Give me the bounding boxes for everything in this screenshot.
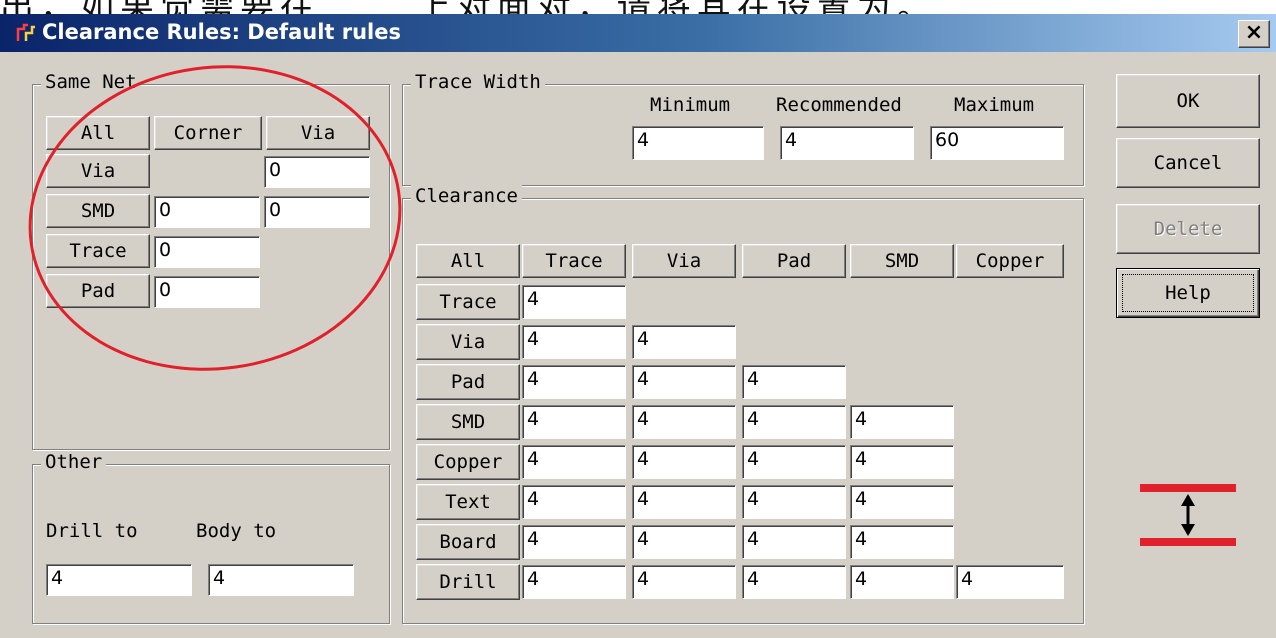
clearance-field-trace-trace[interactable]: 4 [522,285,626,319]
clearance-header-trace[interactable]: Trace [522,244,626,278]
same-net-header-all[interactable]: All [46,116,150,150]
clearance-field-smd-via[interactable]: 4 [632,405,736,439]
clearance-field-text-smd[interactable]: 4 [850,485,954,519]
recommended-label: Recommended [776,94,902,116]
clearance-field-copper-via[interactable]: 4 [632,445,736,479]
clearance-field-via-trace[interactable]: 4 [522,325,626,359]
clearance-field-drill-via[interactable]: 4 [632,565,736,599]
same-net-legend: Same Net [41,71,141,93]
clearance-rules-dialog: Clearance Rules: Default rules × Same Ne… [0,14,1276,638]
same-net-smd-corner-field[interactable]: 0 [154,196,260,228]
clearance-field-drill-smd[interactable]: 4 [850,565,954,599]
clearance-field-drill-trace[interactable]: 4 [522,565,626,599]
title-bar: Clearance Rules: Default rules × [0,14,1276,52]
clearance-row-pad[interactable]: Pad [416,364,520,400]
clearance-row-via[interactable]: Via [416,324,520,360]
clearance-row-board[interactable]: Board [416,524,520,560]
clearance-arrow-icon [1140,484,1236,546]
other-legend: Other [41,451,107,473]
clearance-field-via-via[interactable]: 4 [632,325,736,359]
window-title: Clearance Rules: Default rules [42,20,401,44]
clearance-field-drill-pad[interactable]: 4 [742,565,846,599]
clearance-field-text-pad[interactable]: 4 [742,485,846,519]
drill-to-label: Drill to [46,520,138,542]
pcb-trace-icon [16,23,35,41]
same-net-via-via-field[interactable]: 0 [264,156,370,188]
clearance-row-smd[interactable]: SMD [416,404,520,440]
trace-width-minimum-field[interactable]: 4 [632,126,764,160]
clearance-row-copper[interactable]: Copper [416,444,520,480]
same-net-row-via[interactable]: Via [46,154,150,188]
trace-width-recommended-field[interactable]: 4 [780,126,914,160]
same-net-pad-corner-field[interactable]: 0 [154,276,260,308]
clearance-row-text[interactable]: Text [416,484,520,520]
clearance-header-smd[interactable]: SMD [850,244,954,278]
clearance-field-smd-pad[interactable]: 4 [742,405,846,439]
same-net-header-via[interactable]: Via [266,116,370,150]
drill-to-field[interactable]: 4 [46,564,192,596]
maximum-label: Maximum [954,94,1035,116]
same-net-row-trace[interactable]: Trace [46,234,150,268]
clearance-row-drill[interactable]: Drill [416,564,520,600]
clearance-field-smd-trace[interactable]: 4 [522,405,626,439]
clearance-header-copper[interactable]: Copper [956,244,1064,278]
body-to-field[interactable]: 4 [208,564,354,596]
clearance-field-board-smd[interactable]: 4 [850,525,954,559]
clearance-header-all[interactable]: All [416,244,520,278]
other-group: Other [32,451,390,624]
clearance-field-smd-smd[interactable]: 4 [850,405,954,439]
clearance-field-copper-trace[interactable]: 4 [522,445,626,479]
clearance-field-copper-pad[interactable]: 4 [742,445,846,479]
trace-width-legend: Trace Width [411,71,545,93]
help-button[interactable]: Help [1116,268,1260,318]
clearance-field-board-via[interactable]: 4 [632,525,736,559]
clearance-header-via[interactable]: Via [632,244,736,278]
clearance-field-text-trace[interactable]: 4 [522,485,626,519]
same-net-header-corner[interactable]: Corner [154,116,262,150]
delete-button[interactable]: Delete [1116,204,1260,254]
clearance-field-text-via[interactable]: 4 [632,485,736,519]
clearance-field-drill-copper[interactable]: 4 [956,565,1064,599]
clearance-field-board-pad[interactable]: 4 [742,525,846,559]
clearance-field-board-trace[interactable]: 4 [522,525,626,559]
same-net-trace-corner-field[interactable]: 0 [154,236,260,268]
cancel-button[interactable]: Cancel [1116,138,1260,188]
close-button[interactable]: × [1238,20,1270,48]
clearance-field-pad-via[interactable]: 4 [632,365,736,399]
clearance-field-copper-smd[interactable]: 4 [850,445,954,479]
clearance-field-pad-pad[interactable]: 4 [742,365,846,399]
ok-button[interactable]: OK [1116,74,1260,128]
body-to-label: Body to [196,520,277,542]
same-net-row-smd[interactable]: SMD [46,194,150,228]
trace-width-maximum-field[interactable]: 60 [930,126,1064,160]
clearance-row-trace[interactable]: Trace [416,284,520,320]
same-net-smd-via-field[interactable]: 0 [264,196,370,228]
clearance-field-pad-trace[interactable]: 4 [522,365,626,399]
minimum-label: Minimum [650,94,731,116]
clearance-header-pad[interactable]: Pad [742,244,846,278]
same-net-row-pad[interactable]: Pad [46,274,150,308]
clearance-legend: Clearance [411,185,522,207]
